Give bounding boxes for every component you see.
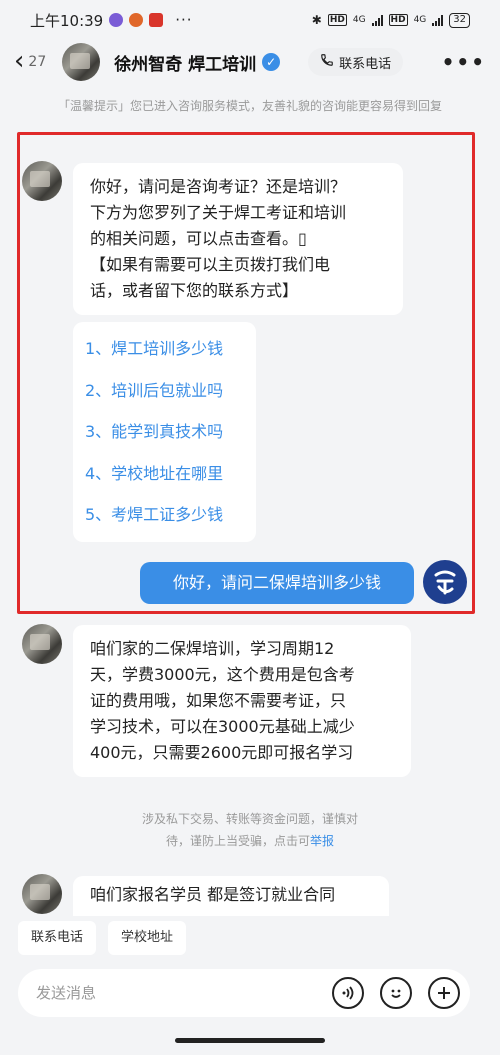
message-bubble-last: 咱们家报名学员 都是签订就业合同: [73, 876, 389, 916]
message-line: 咱们家的二保焊培训，学习周期12: [90, 639, 335, 658]
message-line: 的相关问题，可以点击查看。▯: [90, 229, 307, 248]
safety-notice: 涉及私下交易、转账等资金问题，谨慎对 待，谨防上当受骗，点击可举报: [100, 808, 400, 852]
avatar[interactable]: [22, 161, 62, 201]
chat-title: 徐州智奇 焊工培训: [114, 54, 257, 75]
message-line: 400元，只需要2600元即可报名学习: [90, 743, 354, 762]
message-line: 学习技术，可以在3000元基础上减少: [90, 717, 355, 736]
message-line: 天，学费3000元，这个费用是包含考: [90, 665, 355, 684]
chat-header: ‹ 27 徐州智奇 焊工培训 ✓ 联系电话 •••: [0, 40, 500, 84]
user-avatar[interactable]: [423, 560, 467, 604]
status-bar: 上午10:39 ··· ✱ HD 4G HD 4G 32: [0, 0, 500, 40]
faq-option-training-cost[interactable]: 1、焊工培训多少钱: [85, 328, 244, 370]
emoji-icon[interactable]: [380, 977, 412, 1009]
voice-icon[interactable]: [332, 977, 364, 1009]
user-avatar-logo-icon: [434, 570, 456, 595]
message-input[interactable]: [36, 978, 316, 1008]
message-line: 话，或者留下您的联系方式】: [90, 281, 299, 300]
contact-phone-button[interactable]: 联系电话: [308, 48, 404, 76]
message-bubble-user: 你好，请问二保焊培训多少钱: [140, 562, 414, 604]
back-button[interactable]: ‹ 27: [14, 45, 47, 76]
message-line: 下方为您罗列了关于焊工考证和培训: [90, 203, 347, 222]
bluetooth-icon: ✱: [311, 13, 322, 27]
message-line: 咱们家报名学员 都是签订就业合同: [90, 885, 336, 904]
message-bubble-greeting: 你好，请问是咨询考证？还是培训？ 下方为您罗列了关于焊工考证和培训 的相关问题，…: [73, 163, 403, 315]
avatar[interactable]: [22, 874, 62, 914]
status-more: ···: [175, 11, 193, 29]
avatar[interactable]: [62, 43, 101, 81]
notice-line: 涉及私下交易、转账等资金问题，谨慎对: [141, 812, 358, 826]
service-tip: 「温馨提示」您已进入咨询服务模式，友善礼貌的咨询能更容易得到回复: [57, 99, 442, 113]
message-line: 你好，请问是咨询考证？还是培训？: [90, 177, 347, 196]
notice-line: 待，谨防上当受骗，点击可: [165, 834, 310, 848]
signal-icon: [432, 14, 444, 26]
faq-option-real-skills[interactable]: 3、能学到真技术吗: [85, 411, 244, 453]
avatar[interactable]: [22, 624, 62, 664]
phone-icon: [320, 53, 334, 71]
network-label: 4G: [352, 15, 366, 25]
unread-count: 27: [28, 54, 47, 70]
quick-reply-school-address[interactable]: 学校地址: [108, 921, 187, 955]
report-link[interactable]: 举报: [310, 834, 334, 848]
status-time: 上午10:39: [30, 11, 104, 30]
app-notification-icon: [109, 13, 124, 27]
faq-option-school-address[interactable]: 4、学校地址在哪里: [85, 453, 244, 495]
faq-options-list: 1、焊工培训多少钱 2、培训后包就业吗 3、能学到真技术吗 4、学校地址在哪里 …: [73, 322, 256, 542]
contact-phone-label: 联系电话: [339, 56, 392, 72]
network-label: 4G: [413, 15, 427, 25]
message-line: 【如果有需要可以主页拨打我们电: [90, 255, 331, 274]
app-notification-icon: [129, 13, 144, 27]
page-title: 徐州智奇 焊工培训 ✓: [114, 50, 281, 75]
chevron-left-icon: ‹: [14, 45, 25, 76]
message-line: 证的费用哦，如果您不需要考证，只: [90, 691, 347, 710]
quick-reply-bar: 联系电话 学校地址: [18, 921, 187, 955]
faq-option-certificate-cost[interactable]: 5、考焊工证多少钱: [85, 494, 244, 536]
message-input-bar: [18, 969, 470, 1017]
add-icon[interactable]: [428, 977, 460, 1009]
home-indicator[interactable]: [175, 1038, 325, 1043]
hd-badge: HD: [327, 14, 347, 26]
more-options-icon[interactable]: •••: [442, 50, 486, 74]
message-bubble-reply: 咱们家的二保焊培训，学习周期12 天，学费3000元，这个费用是包含考 证的费用…: [73, 625, 411, 777]
app-notification-icon: [149, 13, 164, 27]
signal-icon: [371, 14, 383, 26]
faq-option-employment[interactable]: 2、培训后包就业吗: [85, 370, 244, 412]
battery-icon: 32: [449, 12, 470, 28]
hd-badge: HD: [388, 14, 408, 26]
verified-icon: ✓: [262, 53, 281, 71]
quick-reply-contact-phone[interactable]: 联系电话: [18, 921, 97, 955]
